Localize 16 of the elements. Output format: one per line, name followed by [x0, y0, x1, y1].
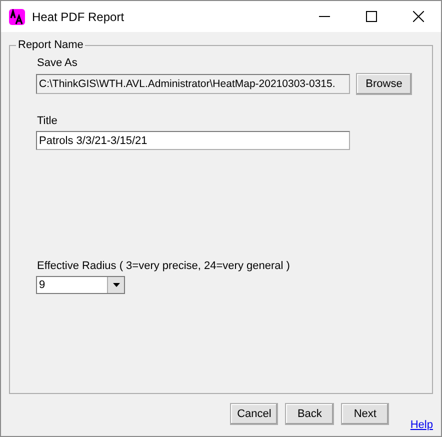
app-icon [9, 8, 25, 24]
save-as-label: Save As [37, 57, 78, 69]
group-legend: Report Name [16, 39, 86, 51]
radius-dropdown[interactable]: 9 [36, 276, 125, 294]
title-label: Title [37, 115, 58, 127]
wizard-button[interactable]: Cancel [230, 403, 278, 425]
help-link[interactable]: Help [410, 419, 433, 432]
save-as-field[interactable]: C:\ThinkGIS\WTH.AVL.Administrator\HeatMap-20210303-0315. [36, 74, 350, 94]
maximize-icon [366, 11, 376, 22]
title-field[interactable]: Patrols 3/3/21-3/15/21 [36, 131, 350, 150]
wizard-button[interactable]: Back [285, 403, 334, 425]
browse-button[interactable]: Browse [356, 73, 412, 95]
close-icon [412, 11, 424, 22]
radius-label: Effective Radius ( 3=very precise, 24=very general ) [37, 260, 291, 272]
wizard-button[interactable]: Next [340, 403, 390, 425]
window-title: Heat PDF Report [32, 10, 126, 24]
